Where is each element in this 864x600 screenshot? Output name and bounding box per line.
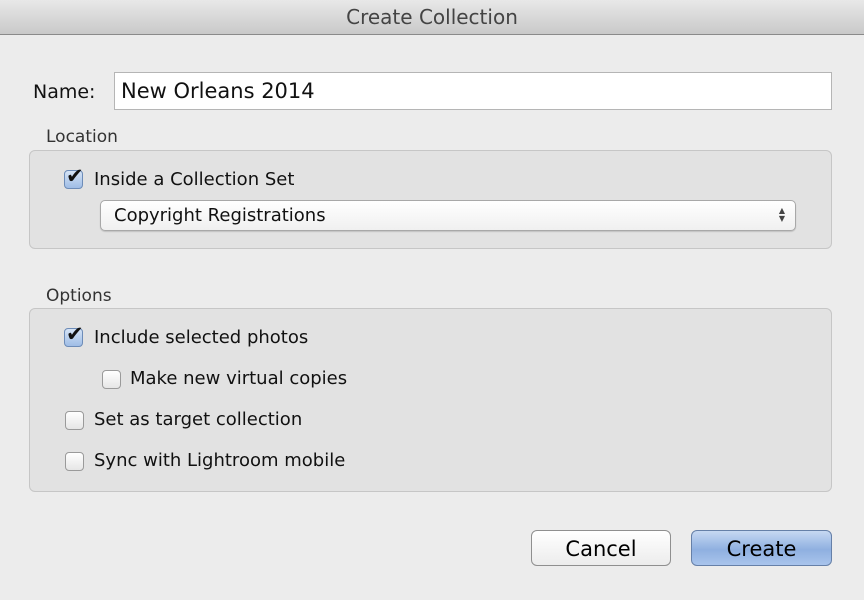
inside-collection-set-label: Inside a Collection Set — [94, 169, 295, 190]
up-down-arrows-icon: ▲ ▼ — [778, 206, 785, 223]
set-target-collection-label: Set as target collection — [94, 409, 303, 430]
include-selected-photos-checkbox[interactable] — [64, 322, 84, 347]
location-label: Location — [46, 127, 118, 147]
set-target-collection-checkbox[interactable] — [65, 411, 84, 430]
name-input[interactable] — [114, 72, 832, 110]
make-virtual-copies-checkbox[interactable] — [102, 370, 121, 389]
create-button[interactable]: Create — [691, 530, 832, 566]
sync-lightroom-mobile-checkbox[interactable] — [65, 452, 84, 471]
cancel-button[interactable]: Cancel — [531, 530, 671, 566]
include-selected-photos-label: Include selected photos — [94, 327, 309, 348]
title-bar: Create Collection — [0, 0, 864, 35]
inside-collection-set-checkbox[interactable] — [64, 164, 84, 189]
options-label: Options — [46, 286, 112, 306]
collection-set-value: Copyright Registrations — [114, 205, 326, 226]
make-virtual-copies-label: Make new virtual copies — [130, 368, 348, 389]
name-label: Name: — [33, 81, 96, 103]
sync-lightroom-mobile-label: Sync with Lightroom mobile — [94, 450, 346, 471]
collection-set-select[interactable]: Copyright Registrations ▲ ▼ — [100, 200, 796, 231]
